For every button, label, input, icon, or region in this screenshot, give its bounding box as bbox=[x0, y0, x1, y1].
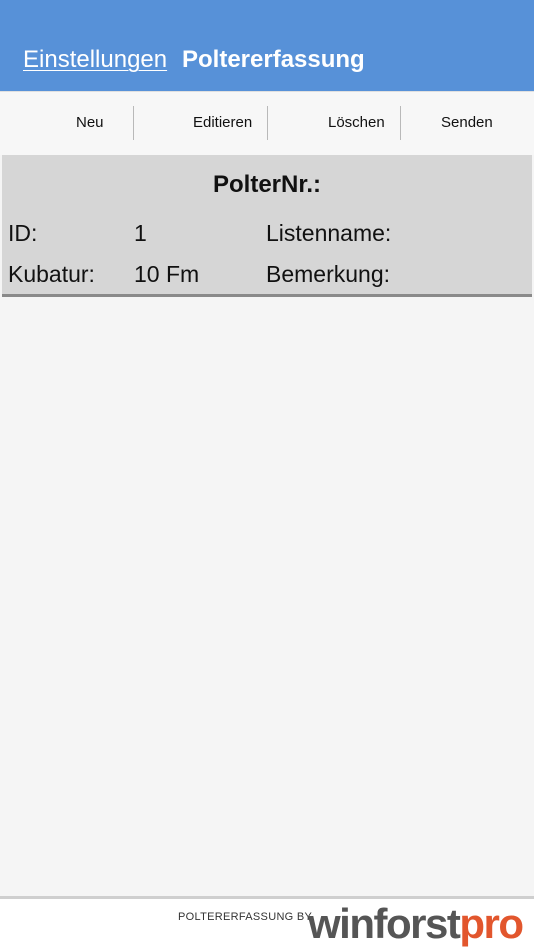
toolbar-divider bbox=[133, 106, 134, 140]
remark-label: Bemerkung: bbox=[266, 261, 391, 287]
footer-by-text: POLTERERFASSUNG BY bbox=[178, 911, 313, 923]
toolbar-divider bbox=[400, 106, 401, 140]
back-link-settings[interactable]: Einstellungen bbox=[23, 46, 167, 74]
id-label: ID: bbox=[8, 220, 38, 246]
listname-label: Listenname: bbox=[266, 220, 392, 246]
id-value: 1 bbox=[134, 220, 147, 246]
volume-value: 10 Fm bbox=[134, 261, 200, 287]
polter-record-card[interactable]: PolterNr.: ID: 1 Listenname: Kubatur: 10… bbox=[2, 155, 532, 297]
nav-header: Einstellungen Poltererfassung bbox=[0, 0, 534, 91]
toolbar-divider bbox=[267, 106, 268, 140]
delete-button[interactable]: Löschen bbox=[328, 92, 385, 156]
new-button[interactable]: Neu bbox=[76, 92, 104, 156]
footer: POLTERERFASSUNG BY winforstpro bbox=[0, 899, 534, 950]
winforstpro-logo: winforstpro bbox=[308, 899, 524, 949]
page-title: Poltererfassung bbox=[182, 46, 365, 73]
logo-part-pro: pro bbox=[459, 900, 524, 947]
record-title: PolterNr.: bbox=[212, 171, 322, 198]
logo-part-winforst: winforst bbox=[308, 900, 461, 947]
edit-button[interactable]: Editieren bbox=[193, 92, 252, 156]
send-button[interactable]: Senden bbox=[441, 92, 493, 156]
toolbar: Neu Editieren Löschen Senden bbox=[0, 91, 534, 155]
volume-label: Kubatur: bbox=[8, 261, 95, 287]
